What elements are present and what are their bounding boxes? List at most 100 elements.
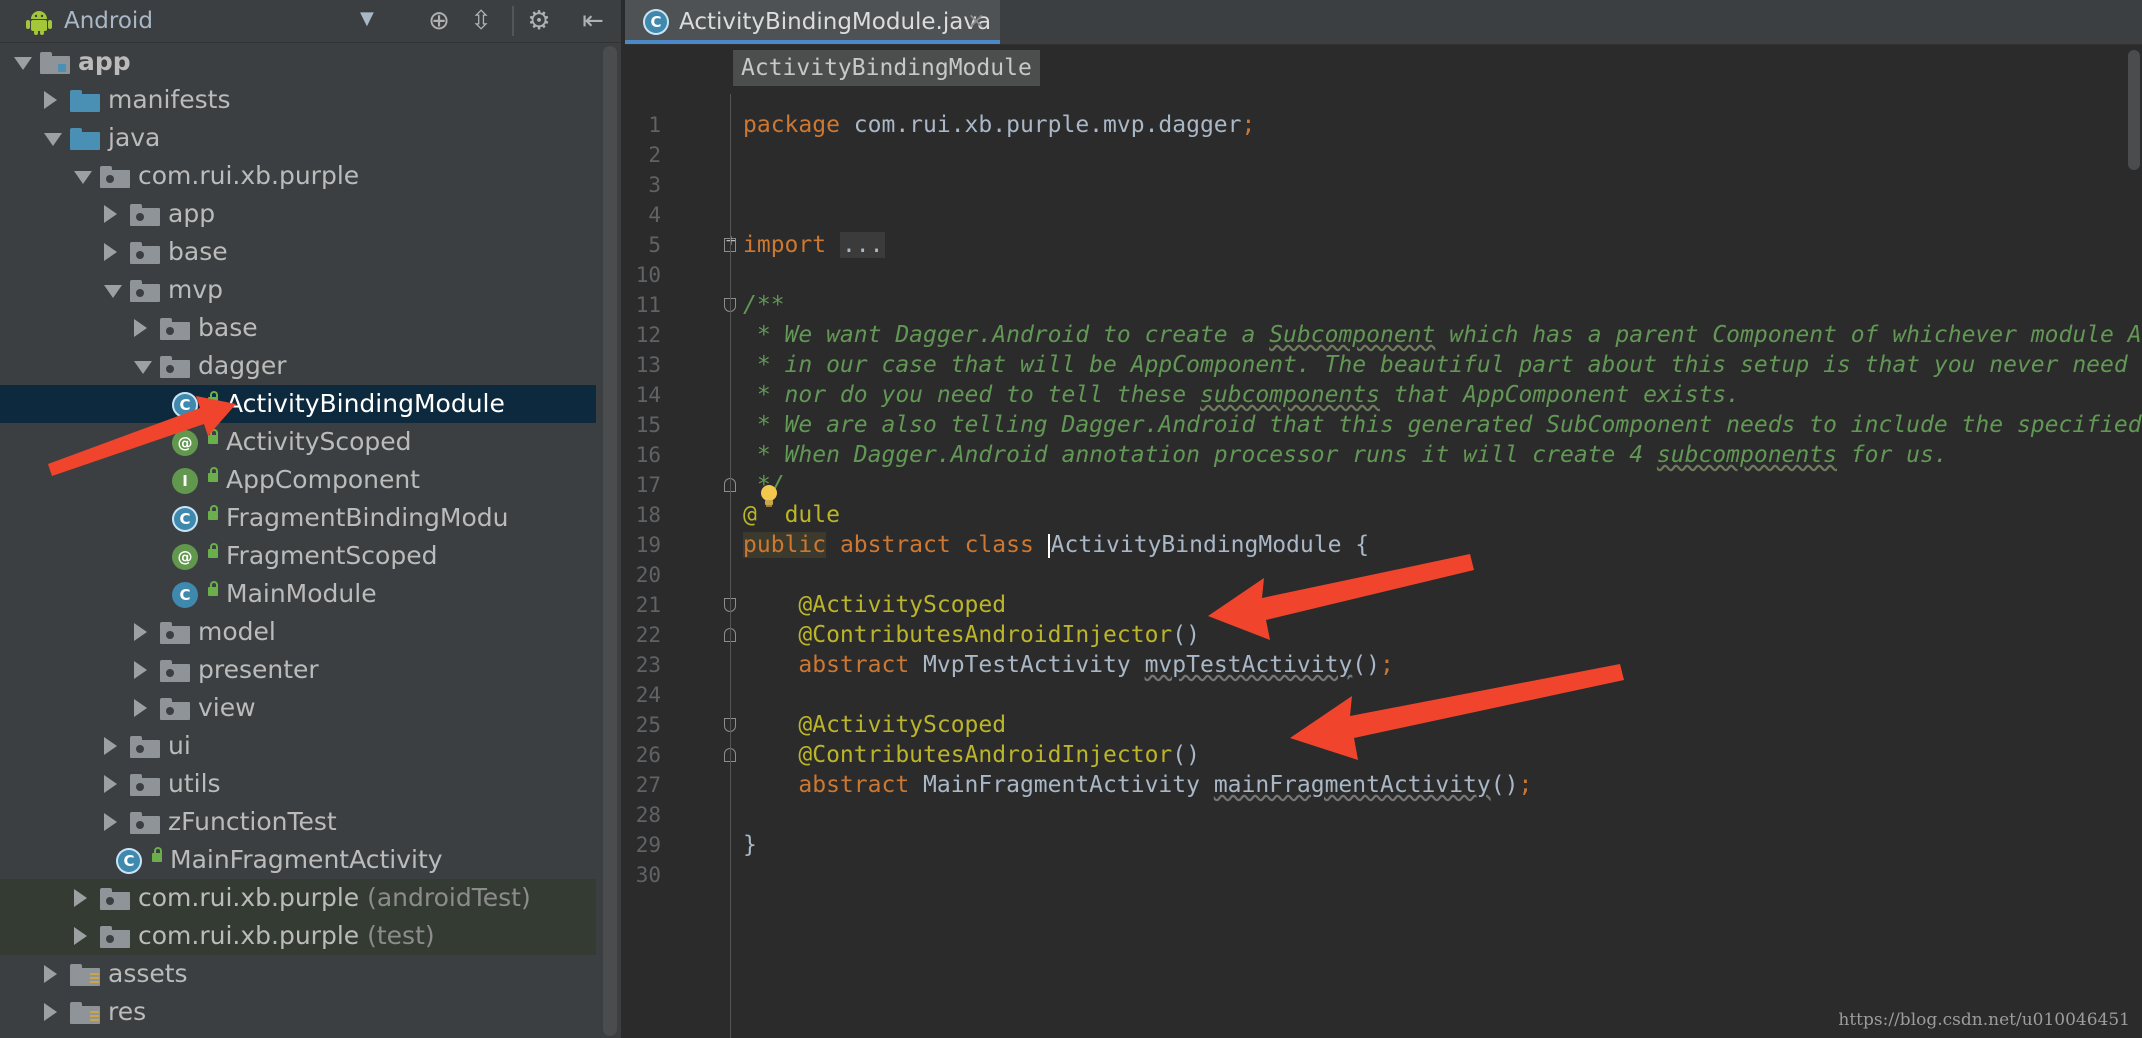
code-line[interactable]: @ActivityScoped [743,710,1006,740]
code-line[interactable]: @ContributesAndroidInjector() [743,740,1200,770]
chevron-right-icon[interactable] [104,775,117,793]
tree-item[interactable]: presenter [0,651,596,689]
chevron-right-icon[interactable] [134,319,147,337]
tree-item[interactable]: zFunctionTest [0,803,596,841]
line-number: 30 [635,863,661,887]
chevron-down-icon[interactable] [134,361,152,374]
lock-icon [152,847,162,862]
chevron-right-icon[interactable] [44,91,57,109]
chevron-right-icon[interactable] [134,623,147,641]
code-line[interactable]: abstract MvpTestActivity mvpTestActivity… [743,650,1394,680]
code-line[interactable]: * When Dagger.Android annotation process… [743,440,1948,470]
code-line[interactable]: package com.rui.xb.purple.mvp.dagger; [743,110,1255,140]
code-token: ; [1380,652,1394,678]
tree-item[interactable]: com.rui.xb.purple (androidTest) [0,879,596,917]
chevron-right-icon[interactable] [104,243,117,261]
tree-item-label: utils [168,765,221,803]
chevron-down-icon[interactable] [14,57,32,70]
chevron-down-icon[interactable] [104,285,122,298]
tree-item[interactable]: model [0,613,596,651]
code-line[interactable]: * in our case that will be AppComponent.… [743,350,2142,380]
lightbulb-icon[interactable] [759,484,779,508]
tree-item-name: AppComponent [226,465,420,494]
tree-item[interactable]: app [0,43,596,81]
tree-item[interactable]: @ ActivityScoped [0,423,596,461]
tree-item-label: ui [168,727,191,765]
collapse-all-icon[interactable]: ⇳ [466,6,496,36]
code-token: for us. [1836,442,1948,468]
tree-item[interactable]: base [0,233,596,271]
chevron-right-icon[interactable] [134,661,147,679]
project-view-selector[interactable]: Android [64,6,153,36]
tree-item-name: assets [108,959,188,988]
tree-item[interactable]: res [0,993,596,1031]
tree-item[interactable]: C MainModule [0,575,596,613]
code-line[interactable]: import ... [743,230,886,260]
editor-scrollbar[interactable] [2128,50,2140,170]
tree-item[interactable]: manifests [0,81,596,119]
code-line[interactable]: @ActivityScoped [743,590,1006,620]
tree-scrollbar[interactable] [603,46,617,1036]
breadcrumb[interactable]: ActivityBindingModule [733,50,1040,86]
tree-item[interactable]: C MainFragmentActivity [0,841,596,879]
tree-item[interactable]: I AppComponent [0,461,596,499]
code-token: mvpTestActivity [1144,652,1353,678]
tree-item[interactable]: com.rui.xb.purple [0,157,596,195]
package-icon [130,736,160,758]
tree-item-label: manifests [108,81,231,119]
tree-item-name: FragmentBindingModu [226,503,509,532]
tree-item[interactable]: C FragmentBindingModu [0,499,596,537]
chevron-down-icon[interactable] [44,133,62,146]
folded-imports[interactable]: ... [839,232,886,258]
chevron-right-icon[interactable] [104,813,117,831]
tree-item-label: assets [108,955,188,993]
code-line[interactable]: * We are also telling Dagger.Android tha… [743,410,2142,440]
code-token: MvpTestActivity [923,652,1145,678]
chevron-right-icon[interactable] [44,965,57,983]
target-icon[interactable]: ⊕ [424,6,454,36]
tree-item-name: utils [168,769,221,798]
tree-item[interactable]: app [0,195,596,233]
tab-activity-binding-module[interactable]: C ActivityBindingModule.java × [625,0,1000,44]
tree-item-name: zFunctionTest [168,807,337,836]
tree-item[interactable]: dagger [0,347,596,385]
tree-item[interactable]: assets [0,955,596,993]
class-icon: C [172,506,198,532]
class-icon: C [172,582,198,608]
code-line[interactable]: abstract MainFragmentActivity mainFragme… [743,770,1532,800]
code-line[interactable]: * nor do you need to tell these subcompo… [743,380,1740,410]
code-token: () [1172,742,1200,768]
gear-icon[interactable]: ⚙ [524,6,554,36]
chevron-right-icon[interactable] [104,737,117,755]
chevron-right-icon[interactable] [104,205,117,223]
tree-item[interactable]: C ActivityBindingModule [0,385,596,423]
tree-item[interactable]: ui [0,727,596,765]
chevron-down-icon[interactable]: ▼ [360,8,374,29]
tree-item[interactable]: base [0,309,596,347]
tree-item-label: dagger [198,347,287,385]
code-line[interactable]: @ContributesAndroidInjector() [743,620,1200,650]
code-line[interactable]: } [743,830,757,860]
chevron-right-icon[interactable] [134,699,147,717]
tree-item[interactable]: java [0,119,596,157]
tree-item-label: view [198,689,256,727]
code-line[interactable]: @ dule [743,500,840,530]
tree-item[interactable]: view [0,689,596,727]
chevron-down-icon[interactable] [74,171,92,184]
chevron-right-icon[interactable] [44,1003,57,1021]
code-line[interactable]: * We want Dagger.Android to create a Sub… [743,320,2142,350]
project-panel: Android ▼ ⊕ ⇳ ⚙ ⇤ app manifests java com.ru… [0,0,621,1038]
tree-item[interactable]: @ FragmentScoped [0,537,596,575]
tree-item[interactable]: com.rui.xb.purple (test) [0,917,596,955]
tree-item[interactable]: utils [0,765,596,803]
code-token: public [743,532,827,558]
chevron-right-icon[interactable] [74,889,87,907]
lock-icon [208,391,218,406]
hide-panel-icon[interactable]: ⇤ [578,6,608,36]
chevron-right-icon[interactable] [74,927,87,945]
code-line[interactable]: public abstract class ActivityBindingMod… [743,530,1369,560]
code-line[interactable]: /** [743,290,785,320]
close-icon[interactable]: × [967,0,985,44]
source-set-suffix: (test) [359,921,435,950]
tree-item[interactable]: mvp [0,271,596,309]
